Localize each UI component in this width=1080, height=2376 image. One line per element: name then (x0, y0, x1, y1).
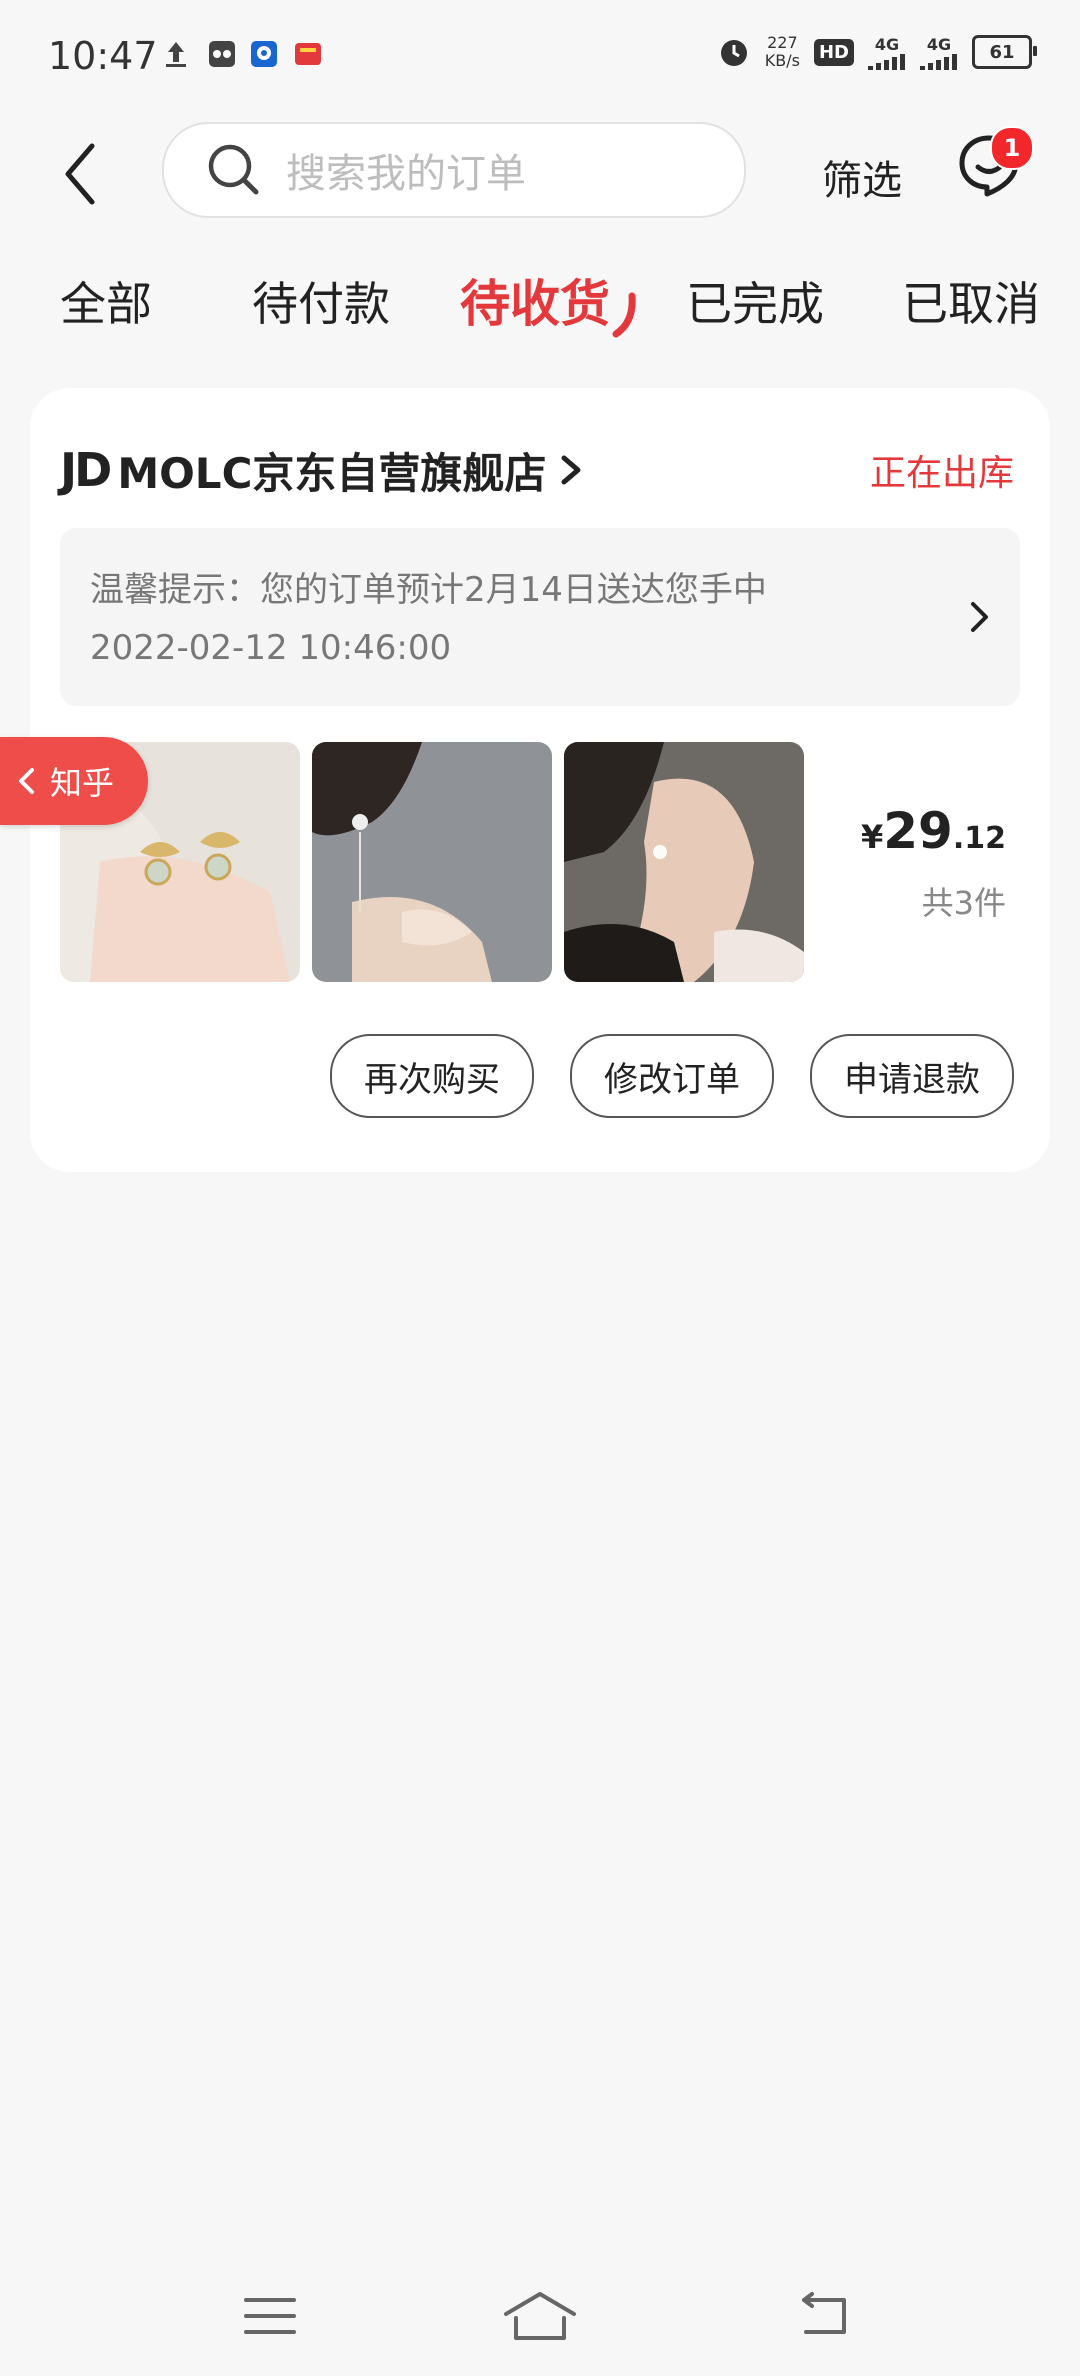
modify-order-button[interactable]: 修改订单 (570, 1034, 774, 1118)
price: ¥29.12 (860, 802, 1006, 860)
chevron-right-icon (971, 602, 988, 632)
back-nav-button[interactable] (784, 2286, 864, 2346)
earring-pearl-image (564, 742, 804, 982)
rebuy-button[interactable]: 再次购买 (330, 1034, 534, 1118)
back-button[interactable] (50, 134, 110, 214)
signal-strength-1: 4G (868, 35, 906, 70)
signal-bars-icon (868, 53, 905, 70)
product-image (564, 742, 804, 982)
item-count: 共3件 (921, 884, 1006, 922)
delivery-tip-text: 温馨提示：您的订单预计2月14日送达您手中 (90, 570, 767, 610)
order-list-page: 10:47 227 KB/s HD 4G 4G 61 搜索我的订单 筛选 1 全… (0, 0, 1080, 2376)
search-icon (208, 144, 259, 195)
shop-header: JD MOLC京东自营旗舰店 正在出库 (60, 440, 1014, 500)
zhihu-return-tab[interactable]: 知乎 (0, 737, 148, 825)
search-placeholder: 搜索我的订单 (286, 151, 526, 197)
shop-name[interactable]: MOLC京东自营旗舰店 (117, 440, 546, 501)
upload-icon (166, 42, 186, 67)
order-total: ¥29.12 共3件 (861, 802, 1006, 924)
order-status: 正在出库 (869, 453, 1014, 494)
network-speed: 227 KB/s (764, 33, 800, 70)
signal-strength-2: 4G (920, 35, 958, 70)
bank-app-icon (251, 41, 277, 67)
home-button[interactable] (500, 2286, 580, 2346)
tab-cancelled[interactable]: 已取消 (902, 268, 1040, 334)
alarm-icon (720, 40, 747, 66)
top-bar: 搜索我的订单 筛选 1 (0, 110, 1080, 230)
delivery-tip-time: 2022-02-12 10:46:00 (90, 628, 452, 668)
delivery-tip[interactable]: 温馨提示：您的订单预计2月14日送达您手中 2022-02-12 10:46:0… (60, 528, 1020, 706)
hd-indicator: HD (813, 38, 854, 66)
chevron-right-icon (561, 455, 581, 485)
filter-button[interactable]: 筛选 (822, 148, 902, 206)
goods-row[interactable]: ¥29.12 共3件 (60, 742, 1020, 984)
message-badge: 1 (990, 126, 1034, 170)
home-icon (504, 2292, 576, 2340)
order-actions: 再次购买 修改订单 申请退款 (330, 1034, 1014, 1118)
tab-completed[interactable]: 已完成 (686, 268, 824, 334)
order-card[interactable]: JD MOLC京东自营旗舰店 正在出库 温馨提示：您的订单预计2月14日送达您手… (30, 388, 1050, 1172)
active-tab-indicator-icon (612, 292, 636, 338)
jd-logo: JD (60, 443, 112, 497)
chevron-left-icon (19, 768, 34, 794)
status-right-group: 227 KB/s HD 4G 4G 61 (717, 33, 1037, 70)
shopping-app-icon (295, 43, 321, 65)
earring-butterfly-image (312, 742, 552, 982)
product-image (312, 742, 552, 982)
system-nav-bar (0, 2266, 1080, 2376)
app-notification-icon (209, 41, 235, 67)
menu-icon (244, 2298, 296, 2334)
refund-button[interactable]: 申请退款 (810, 1034, 1014, 1118)
tab-all[interactable]: 全部 (60, 268, 152, 334)
back-arrow-icon (65, 143, 95, 205)
zhihu-label: 知乎 (50, 764, 115, 802)
menu-button[interactable] (230, 2286, 310, 2346)
signal-bars-icon (920, 53, 957, 70)
status-time: 10:47 (48, 34, 158, 78)
search-input[interactable]: 搜索我的订单 (162, 122, 746, 218)
back-nav-icon (802, 2292, 846, 2334)
tab-pending-receipt[interactable]: 待收货 (460, 264, 610, 336)
tab-pending-payment[interactable]: 待付款 (252, 268, 390, 334)
order-status-tabs: 全部 待付款 待收货 已完成 已取消 (0, 262, 1080, 342)
status-bar: 10:47 227 KB/s HD 4G 4G 61 (0, 0, 1080, 110)
battery-indicator: 61 (972, 35, 1037, 69)
